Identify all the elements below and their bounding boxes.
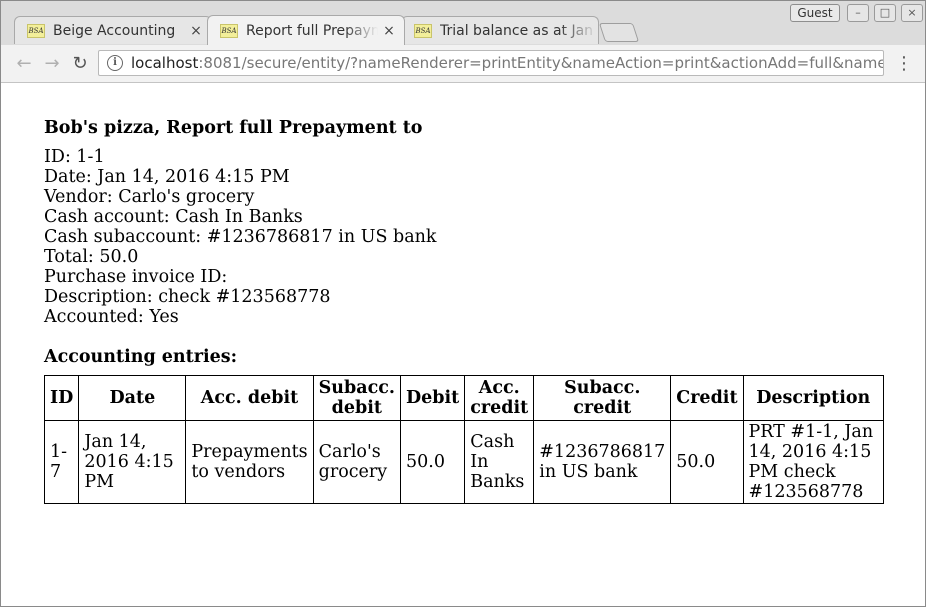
- cell-acc-debit: Prepayments to vendors: [185, 420, 314, 504]
- site-info-icon[interactable]: i: [107, 55, 123, 71]
- column-header: Debit: [399, 375, 466, 421]
- cell-description: PRT #1-1, Jan 14, 2016 4:15 PM check #12…: [742, 420, 885, 504]
- field-cash-account: Cash account: Cash In Banks: [44, 207, 303, 227]
- tab-title: Trial balance as at Jan: [440, 22, 594, 39]
- browser-window: BSA Beige Accounting × BSA Report full P…: [0, 0, 926, 607]
- field-description: Description: check #123568778: [44, 287, 331, 307]
- bsa-favicon-icon: BSA: [27, 23, 45, 38]
- column-header: Credit: [670, 375, 744, 421]
- cell-debit: 50.0: [399, 420, 466, 504]
- cell-credit: 50.0: [670, 420, 744, 504]
- column-header: Acc. credit: [464, 375, 535, 421]
- field-total: Total: 50.0: [44, 247, 139, 267]
- address-bar[interactable]: i localhost:8081/secure/entity/?nameRend…: [98, 50, 884, 76]
- cell-subacc-debit: Carlo's grocery: [312, 420, 401, 504]
- field-cash-subaccount: Cash subaccount: #1236786817 in US bank: [44, 227, 437, 247]
- bsa-favicon-icon: BSA: [414, 23, 432, 38]
- cell-id: 1-7: [43, 420, 80, 504]
- cell-date: Jan 14, 2016 4:15 PM: [78, 420, 187, 504]
- entries-heading: Accounting entries:: [44, 347, 238, 367]
- close-tab-icon[interactable]: ×: [382, 23, 396, 39]
- field-date: Date: Jan 14, 2016 4:15 PM: [44, 167, 290, 187]
- column-header: Acc. debit: [185, 375, 314, 421]
- browser-menu-icon[interactable]: ⋮: [895, 53, 913, 75]
- close-tab-icon[interactable]: ×: [189, 23, 203, 39]
- browser-toolbar: ← → ↻ i localhost:8081/secure/entity/?na…: [1, 45, 925, 83]
- forward-arrow-icon[interactable]: →: [41, 53, 63, 75]
- tab-strip: BSA Beige Accounting × BSA Report full P…: [1, 1, 925, 45]
- field-accounted: Accounted: Yes: [44, 307, 179, 327]
- tab-report-full-prepayment[interactable]: BSA Report full Prepayment to ×: [207, 15, 405, 45]
- close-window-icon[interactable]: ×: [901, 4, 923, 22]
- tab-title: Beige Accounting: [53, 22, 176, 39]
- column-header: Date: [78, 375, 187, 421]
- bsa-favicon-icon: BSA: [220, 23, 238, 38]
- column-header: Subacc. debit: [312, 375, 401, 421]
- url-host: localhost: [131, 54, 199, 72]
- back-arrow-icon[interactable]: ←: [13, 53, 35, 75]
- field-purchase-invoice-id: Purchase invoice ID:: [44, 267, 228, 287]
- tab-beige-accounting[interactable]: BSA Beige Accounting ×: [14, 16, 212, 44]
- field-vendor: Vendor: Carlo's grocery: [44, 187, 255, 207]
- cell-acc-credit: Cash In Banks: [464, 420, 535, 504]
- url-path: :8081/secure/entity/?nameRenderer=printE…: [198, 54, 884, 72]
- field-id: ID: 1-1: [44, 147, 105, 167]
- page-content: Bob's pizza, Report full Prepayment to I…: [43, 117, 904, 504]
- new-tab-button[interactable]: [598, 23, 640, 42]
- column-header: Description: [742, 375, 885, 421]
- reload-icon[interactable]: ↻: [69, 53, 91, 75]
- minimize-icon[interactable]: –: [847, 4, 869, 22]
- column-header: Subacc. credit: [533, 375, 672, 421]
- page-title: Bob's pizza, Report full Prepayment to: [44, 118, 423, 138]
- tab-title: Report full Prepayment to: [246, 22, 378, 39]
- accounting-entries-table: ID Date Acc. debit Subacc. debit Debit A…: [43, 375, 885, 504]
- profile-guest-button[interactable]: Guest: [790, 4, 840, 22]
- maximize-icon[interactable]: □: [874, 4, 896, 22]
- table-header-row: ID Date Acc. debit Subacc. debit Debit A…: [43, 375, 885, 421]
- cell-subacc-credit: #1236786817 in US bank: [533, 420, 672, 504]
- tab-trial-balance[interactable]: BSA Trial balance as at Jan: [401, 16, 599, 44]
- table-row: 1-7 Jan 14, 2016 4:15 PM Prepayments to …: [43, 420, 885, 504]
- column-header: ID: [43, 375, 80, 421]
